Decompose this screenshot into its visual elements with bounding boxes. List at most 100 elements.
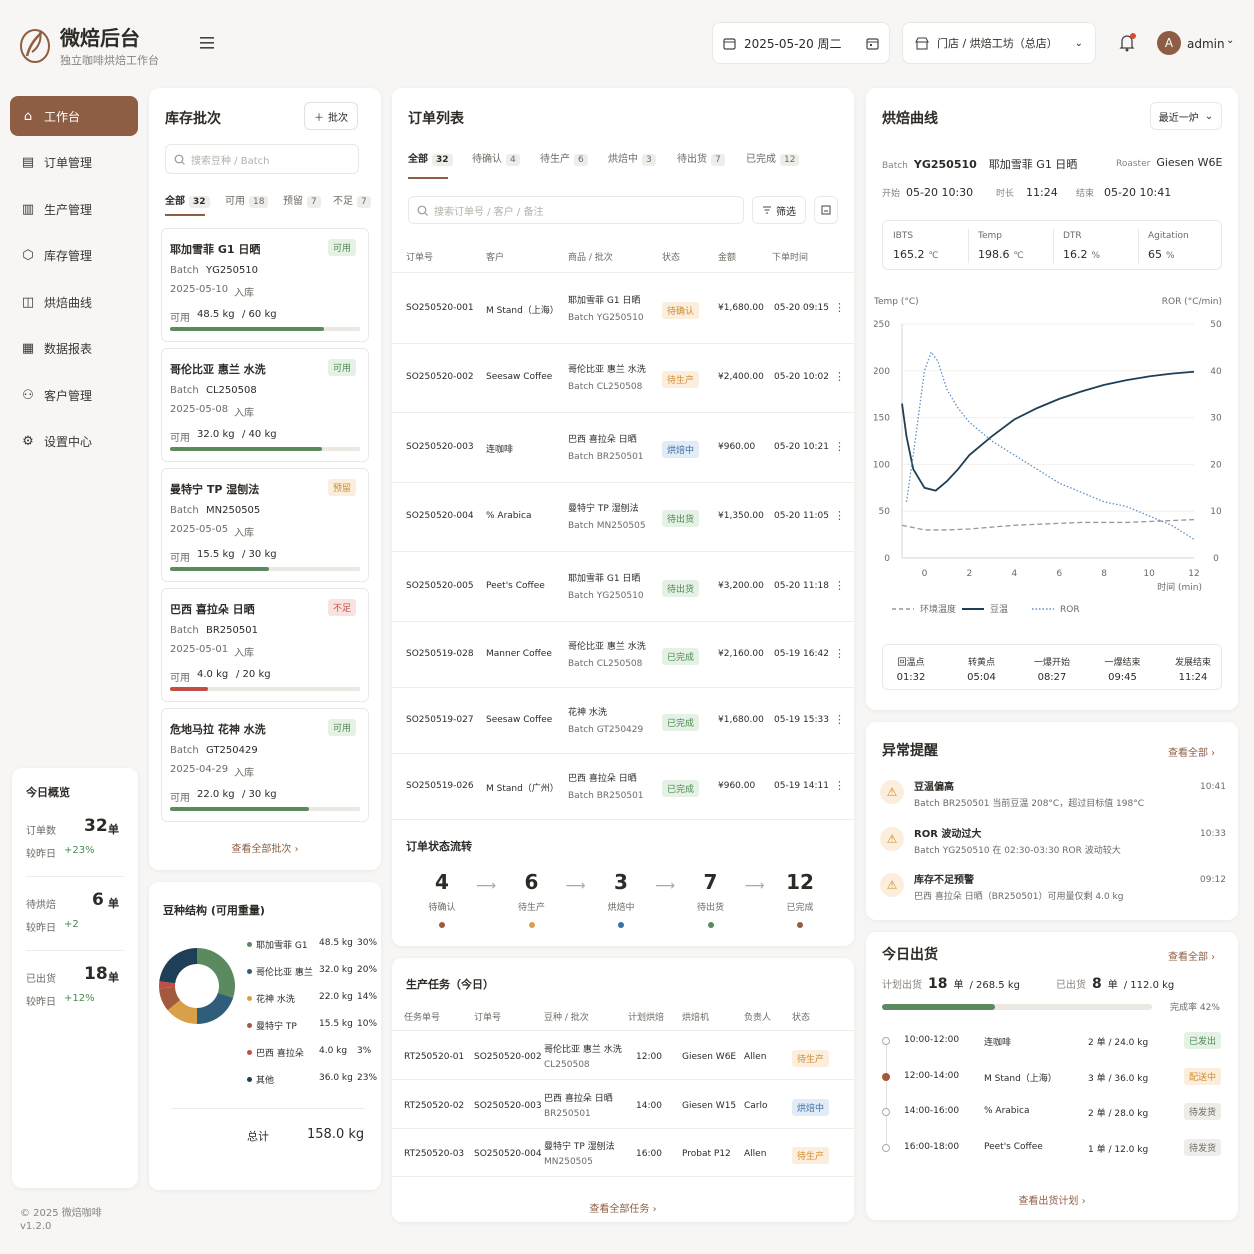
arrow-right-icon: ⟶: [565, 878, 586, 894]
store-select[interactable]: 门店 / 烘焙工坊（总店） ⌄: [902, 22, 1096, 64]
more-icon[interactable]: ⋮: [834, 509, 845, 522]
y-axis-title: Temp (°C): [874, 297, 919, 307]
version: v1.2.0: [20, 1221, 52, 1232]
task-batch: MN250505: [544, 1157, 593, 1167]
filter-button[interactable]: 筛选: [752, 196, 806, 224]
alert-item[interactable]: ⚠ 豆温偏高 Batch BR250501 当前豆温 208°C，超过目标值 198…: [866, 778, 1238, 822]
more-icon[interactable]: ⋮: [834, 301, 845, 314]
batch-card[interactable]: 哥伦比亚 惠兰 水洗 可用 Batch CL250508 2025-05-08 入库 可用 3…: [161, 348, 369, 462]
task-machine: Giesen W15: [682, 1100, 737, 1111]
inventory-tab-2[interactable]: 预留 7: [283, 192, 321, 208]
order-tab-2[interactable]: 待生产 6: [540, 150, 588, 166]
metric-label: DTR: [1063, 231, 1082, 241]
roast-range-select[interactable]: 最近一炉 ⌄: [1150, 102, 1222, 130]
bell-icon[interactable]: [1118, 33, 1136, 53]
shipping-item[interactable]: 16:00-18:00 Peet's Coffee 1 单 / 12.0 kg 待发货: [866, 1135, 1238, 1165]
more-icon[interactable]: ⋮: [834, 779, 845, 792]
alerts-view-all-link[interactable]: 查看全部 ›: [1168, 744, 1215, 759]
tab-label: 预留: [283, 196, 303, 207]
brand-name: 微焙后台: [60, 26, 140, 50]
order-time: 05-20 11:05: [774, 511, 829, 522]
alert-item[interactable]: ⚠ ROR 波动过大 Batch YG250510 在 02:30-03:30 RO…: [866, 825, 1238, 869]
task-column-header: 订单号: [474, 1013, 502, 1023]
shipping-plan-link[interactable]: 查看出货计划 ›: [866, 1192, 1238, 1207]
nav-item-3[interactable]: ⬡ 库存管理: [10, 236, 138, 276]
order-row[interactable]: SO250520-002 Seesaw Coffee 哥伦比亚 惠兰 水洗 Batch…: [392, 344, 854, 413]
order-tab-5[interactable]: 已完成 12: [746, 150, 800, 166]
more-icon[interactable]: ⋮: [834, 440, 845, 453]
overview-label: 待烘焙: [26, 900, 56, 911]
nav-item-4[interactable]: ◫ 烘焙曲线: [10, 282, 138, 322]
inventory-tab-0[interactable]: 全部 32: [165, 192, 210, 208]
date-picker[interactable]: 2025-05-20 周二: [712, 22, 890, 64]
shipping-item[interactable]: 10:00-12:00 连咖啡 2 单 / 24.0 kg 已发出: [866, 1028, 1238, 1058]
metric-unit: %: [1166, 251, 1175, 261]
nav-item-7[interactable]: ⚙ 设置中心: [10, 422, 138, 462]
shipping-view-all-link[interactable]: 查看全部 ›: [1168, 948, 1215, 963]
user-chevron-icon[interactable]: ⌄: [1226, 35, 1234, 46]
inventory-tab-1[interactable]: 可用 18: [225, 192, 269, 208]
batch-progress-track: [170, 687, 360, 691]
event-label: 发展结束: [1174, 658, 1211, 668]
batch-progress-track: [170, 447, 360, 451]
order-row[interactable]: SO250520-001 M Stand（上海） 耶加雪菲 G1 日晒 Batch Y…: [392, 274, 854, 344]
order-row[interactable]: SO250520-005 Peet's Coffee 耶加雪菲 G1 日晒 Batch…: [392, 552, 854, 622]
order-row[interactable]: SO250519-027 Seesaw Coffee 花神 水洗 Batch GT25…: [392, 688, 854, 754]
calendar-picker-icon[interactable]: [866, 37, 879, 50]
task-row[interactable]: RT250520-03 SO250520-004 曼特宁 TP 湿刨法 MN25050…: [392, 1129, 854, 1177]
more-icon[interactable]: ⋮: [834, 647, 845, 660]
legend-pct: 3%: [357, 1046, 372, 1056]
nav-item-1[interactable]: ▤ 订单管理: [10, 143, 138, 183]
order-product: 哥伦比亚 惠兰 水洗: [568, 641, 646, 652]
view-all-tasks-link[interactable]: 查看全部任务 ›: [392, 1200, 854, 1215]
order-row[interactable]: SO250519-026 M Stand（广州） 巴西 喜拉朵 日晒 Batch BR…: [392, 754, 854, 820]
shipping-item[interactable]: 14:00-16:00 % Arabica 2 单 / 28.0 kg 待发货: [866, 1099, 1238, 1129]
nav-item-5[interactable]: ▦ 数据报表: [10, 329, 138, 369]
alert-title: ROR 波动过大: [914, 828, 982, 840]
alert-item[interactable]: ⚠ 库存不足预警 巴西 喜拉朵 日晒（BR250501）可用量仅剩 4.0 kg 09…: [866, 871, 1238, 915]
shipping-item[interactable]: 12:00-14:00 M Stand（上海） 3 单 / 36.0 kg 配送中: [866, 1064, 1238, 1094]
order-amount: ¥3,200.00: [718, 580, 764, 591]
order-customer: Manner Coffee: [486, 648, 552, 659]
nav-item-2[interactable]: ▥ 生产管理: [10, 189, 138, 229]
task-machine: Probat P12: [682, 1149, 731, 1159]
add-batch-button[interactable]: ＋ 批次: [304, 102, 358, 130]
order-tab-0[interactable]: 全部 32: [408, 150, 453, 166]
orders-search-input[interactable]: 搜索订单号 / 客户 / 备注: [408, 196, 744, 224]
batch-card[interactable]: 耶加雪菲 G1 日晒 可用 Batch YG250510 2025-05-10 入库 可用 4…: [161, 228, 369, 342]
order-row[interactable]: SO250519-028 Manner Coffee 哥伦比亚 惠兰 水洗 Batch…: [392, 622, 854, 688]
order-tab-4[interactable]: 待出货 7: [677, 150, 725, 166]
order-customer: Seesaw Coffee: [486, 372, 553, 383]
inventory-search-input[interactable]: 搜索豆种 / Batch: [165, 144, 359, 174]
roast-time-row: 开始 05-20 10:30 时长 11:24 结束 05-20 10:41: [882, 186, 1172, 199]
task-row[interactable]: RT250520-02 SO250520-003 巴西 喜拉朵 日晒 BR250501…: [392, 1081, 854, 1129]
menu-toggle-icon[interactable]: [200, 37, 216, 49]
batch-label: Batch: [170, 385, 199, 396]
metric-label: Agitation: [1148, 231, 1189, 241]
order-customer: M Stand（上海）: [486, 305, 559, 316]
more-icon[interactable]: ⋮: [834, 370, 845, 383]
user-name[interactable]: admin: [1187, 37, 1225, 51]
more-icon[interactable]: ⋮: [834, 579, 845, 592]
order-row[interactable]: SO250520-004 % Arabica 曼特宁 TP 湿刨法 Batch MN2…: [392, 483, 854, 552]
inventory-tab-3[interactable]: 不足 7: [333, 192, 371, 208]
batch-card[interactable]: 危地马拉 花神 水洗 可用 Batch GT250429 2025-04-29 入库 可用 2…: [161, 708, 369, 822]
view-all-batches-link[interactable]: 查看全部批次 ›: [149, 840, 381, 855]
task-row[interactable]: RT250520-01 SO250520-002 哥伦比亚 惠兰 水洗 CL25050…: [392, 1032, 854, 1080]
more-icon[interactable]: ⋮: [834, 713, 845, 726]
nav-item-0[interactable]: ⌂ 工作台: [10, 96, 138, 136]
order-row[interactable]: SO250520-003 连咖啡 巴西 喜拉朵 日晒 Batch BR250501 烘焙…: [392, 413, 854, 483]
bean-structure-card: 豆种结构 (可用重量) 耶加雪菲 G1 48.5 kg 30% 哥伦比亚 惠兰 32.0…: [149, 882, 381, 1190]
batch-card[interactable]: 巴西 喜拉朵 日晒 不足 Batch BR250501 2025-05-01 入库 可用 4.…: [161, 588, 369, 702]
nav-item-6[interactable]: ⚇ 客户管理: [10, 375, 138, 415]
export-button[interactable]: [814, 196, 838, 224]
order-time: 05-19 16:42: [774, 648, 829, 659]
avatar[interactable]: A: [1157, 31, 1181, 55]
order-tab-3[interactable]: 烘焙中 3: [608, 150, 656, 166]
order-product: 巴西 喜拉朵 日晒: [568, 773, 637, 784]
tab-count: 7: [711, 154, 725, 166]
order-tab-1[interactable]: 待确认 4: [472, 150, 520, 166]
tab-count: 32: [189, 196, 210, 208]
flow-label: 待生产: [517, 903, 545, 913]
batch-card[interactable]: 曼特宁 TP 湿刨法 预留 Batch MN250505 2025-05-05 入库 可用 1…: [161, 468, 369, 582]
